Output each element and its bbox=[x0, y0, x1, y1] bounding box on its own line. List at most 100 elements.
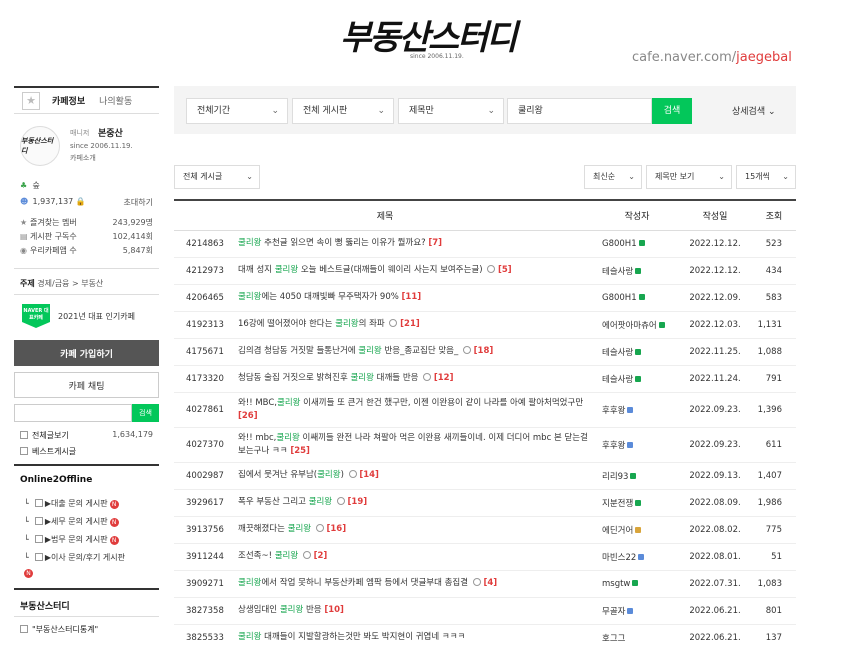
view-select[interactable]: 제목만 보기 ⌄ bbox=[646, 165, 732, 189]
article-title[interactable]: 쿨리왕에는 4050 대깨빛빠 무주택자가 90% [11] bbox=[236, 284, 596, 312]
table-row[interactable]: 4027861 와!! MBC,쿨리왕 이새끼들 또 큰거 한건 했구만, 이젠 … bbox=[174, 392, 796, 428]
article-author[interactable]: 후후왕 bbox=[596, 427, 678, 463]
article-title[interactable]: 깨끗해졌다는 쿨리왕 [16] bbox=[236, 516, 596, 544]
keyword-highlight: 쿨리왕 bbox=[308, 497, 333, 507]
article-author[interactable]: 리리93 bbox=[596, 462, 678, 490]
table-row[interactable]: 3913756 깨끗해졌다는 쿨리왕 [16] 에딘거어 2022.08.02. 775 bbox=[174, 516, 796, 544]
article-title[interactable]: 쿨리왕에서 작업 못하니 부동산카페 엠팍 등에서 댓글부대 총집결 [4] bbox=[236, 570, 596, 598]
article-author[interactable]: 호그그 bbox=[596, 624, 678, 645]
article-title[interactable]: 조선족~! 쿨리왕 [2] bbox=[236, 543, 596, 571]
advanced-search-toggle[interactable]: 상세검색 ⌄ bbox=[732, 104, 776, 117]
comment-count[interactable]: [7] bbox=[428, 238, 442, 248]
board-filter-select[interactable]: 전체 게시글 ⌄ bbox=[174, 165, 260, 189]
table-row[interactable]: 4002987 집에서 뭇겨난 유부남(쿨리왕) [14] 리리93 2022.09.… bbox=[174, 462, 796, 490]
table-row[interactable]: 3929617 폭우 부동산 그리고 쿨리왕 [19] 지분전쟁 2022.08.09… bbox=[174, 489, 796, 517]
section-realestate-study[interactable]: 부동산스터디 bbox=[20, 599, 70, 612]
sidebar-search-button[interactable]: 검색 bbox=[132, 404, 159, 422]
count-select[interactable]: 15개씩 ⌄ bbox=[736, 165, 796, 189]
comment-count[interactable]: [11] bbox=[402, 292, 422, 302]
article-author[interactable]: 에어팟아마츄어 bbox=[596, 311, 678, 339]
comment-count[interactable]: [19] bbox=[348, 497, 368, 507]
all-posts-link[interactable]: 전체글보기 1,634,179 bbox=[20, 430, 159, 441]
comment-count[interactable]: [16] bbox=[327, 524, 347, 534]
table-row[interactable]: 3827358 상생임대인 쿨리왕 반응 [10] 무골자 2022.06.21. 80… bbox=[174, 597, 796, 625]
invite-link[interactable]: 초대하기 bbox=[124, 197, 153, 208]
comment-count[interactable]: [10] bbox=[324, 605, 344, 615]
article-title[interactable]: 청담동 술집 거짓으로 밝혀진후 쿨리왕 대깨들 반응 [12] bbox=[236, 365, 596, 393]
comment-count[interactable]: [4] bbox=[483, 578, 497, 588]
article-author[interactable]: 테슬사랑 bbox=[596, 365, 678, 393]
chevron-down-icon: ⌄ bbox=[246, 172, 253, 181]
article-title[interactable]: 대깨 성지 쿨리왕 오늘 베스트글(대깨들이 웨이리 사는지 보여주는글) [5… bbox=[236, 257, 596, 285]
article-author[interactable]: 마빈스22 bbox=[596, 543, 678, 571]
article-title[interactable]: 16강에 떨어졌어야 한다는 쿨리왕의 좌파 [21] bbox=[236, 311, 596, 339]
section-online2offline[interactable]: Online2Offline bbox=[20, 475, 92, 485]
article-author[interactable]: 테슬사랑 bbox=[596, 338, 678, 366]
article-title[interactable]: 쿨리왕 추천글 읽으면 속이 뻥 뚫리는 이유가 뭘까요? [7] bbox=[236, 230, 596, 258]
table-row[interactable]: 4214863 쿨리왕 추천글 읽으면 속이 뻥 뚫리는 이유가 뭘까요? [7]… bbox=[174, 230, 796, 258]
comment-count[interactable]: [14] bbox=[359, 470, 379, 480]
article-author[interactable]: 테슬사랑 bbox=[596, 257, 678, 285]
comment-count[interactable]: [18] bbox=[474, 346, 494, 356]
member-count[interactable]: 1,937,137 bbox=[33, 197, 74, 206]
sidebar-search-input[interactable] bbox=[14, 404, 132, 422]
star-icon[interactable]: ★ bbox=[22, 91, 40, 110]
comment-count[interactable]: [25] bbox=[290, 446, 310, 456]
search-button[interactable]: 검색 bbox=[652, 98, 692, 124]
article-author[interactable]: 에딘거어 bbox=[596, 516, 678, 544]
sidebar-item-law[interactable]: └ ▶법무 문의 게시판 N bbox=[24, 534, 119, 545]
article-title[interactable]: 폭우 부동산 그리고 쿨리왕 [19] bbox=[236, 489, 596, 517]
tab-my-activity[interactable]: 나의활동 bbox=[99, 94, 132, 107]
board-select[interactable]: 전체 게시판 ⌄ bbox=[292, 98, 394, 124]
article-title[interactable]: 와!! mbc,쿨리왕 이쌔끼들 완전 나라 쳐팔아 먹은 이완용 새끼들이네.… bbox=[236, 427, 596, 463]
article-author[interactable]: 후후왕 bbox=[596, 392, 678, 428]
article-title[interactable]: 상생임대인 쿨리왕 반응 [10] bbox=[236, 597, 596, 625]
table-row[interactable]: 4206465 쿨리왕에는 4050 대깨빛빠 무주택자가 90% [11] G80… bbox=[174, 284, 796, 312]
search-panel: 전체기간 ⌄ 전체 게시판 ⌄ 제목만 ⌄ 쿨리왕 검색 상세검색 ⌄ bbox=[174, 86, 796, 134]
sidebar-item-loan[interactable]: └ ▶대출 문의 게시판 N bbox=[24, 498, 119, 509]
sidebar-item-stats[interactable]: "부동산스터디통계" bbox=[20, 624, 159, 635]
cafe-chat-button[interactable]: 카페 채팅 bbox=[14, 372, 159, 398]
article-author[interactable]: 지분전쟁 bbox=[596, 489, 678, 517]
comment-count[interactable]: [26] bbox=[238, 411, 258, 421]
search-input[interactable]: 쿨리왕 bbox=[507, 98, 652, 124]
table-row[interactable]: 3911244 조선족~! 쿨리왕 [2] 마빈스22 2022.08.01. 51 bbox=[174, 543, 796, 571]
article-author[interactable]: 무골자 bbox=[596, 597, 678, 625]
table-row[interactable]: 3909271 쿨리왕에서 작업 못하니 부동산카페 엠팍 등에서 댓글부대 총집… bbox=[174, 570, 796, 598]
table-row[interactable]: 4175671 김의겸 청담동 거짓말 들통난거에 쿨리왕 반응_종교집단 맞음_… bbox=[174, 338, 796, 366]
cafe-intro-link[interactable]: 카페소개 bbox=[70, 153, 96, 163]
tab-cafe-info[interactable]: 카페정보 bbox=[52, 94, 85, 107]
article-author[interactable]: msgtw bbox=[596, 570, 678, 598]
comment-count[interactable]: [12] bbox=[434, 373, 454, 383]
table-row[interactable]: 4212973 대깨 성지 쿨리왕 오늘 베스트글(대깨들이 웨이리 사는지 보여… bbox=[174, 257, 796, 285]
article-title[interactable]: 집에서 뭇겨난 유부남(쿨리왕) [14] bbox=[236, 462, 596, 490]
member-level-icon bbox=[638, 239, 645, 246]
scope-select[interactable]: 제목만 ⌄ bbox=[398, 98, 504, 124]
title-pre: 김의겸 청담동 거짓말 들통난거에 bbox=[238, 346, 359, 356]
article-title[interactable]: 와!! MBC,쿨리왕 이새끼들 또 큰거 한건 했구만, 이젠 이완용이 같이… bbox=[236, 392, 596, 428]
join-cafe-button[interactable]: 카페 가입하기 bbox=[14, 340, 159, 366]
sort-select[interactable]: 최신순 ⌄ bbox=[584, 165, 642, 189]
cafe-url[interactable]: cafe.naver.com/jaegebal bbox=[632, 50, 792, 65]
topic-value[interactable]: 경제/금융 > 부동산 bbox=[37, 279, 103, 288]
period-select[interactable]: 전체기간 ⌄ bbox=[186, 98, 288, 124]
article-title[interactable]: 쿨리왕 대깨들이 지발할광하는것만 봐도 박지현이 귀엽네 ㅋㅋㅋ bbox=[236, 624, 596, 645]
cafe-logo[interactable]: 부동산스터디 bbox=[340, 10, 518, 59]
table-row[interactable]: 3825533 쿨리왕 대깨들이 지발할광하는것만 봐도 박지현이 귀엽네 ㅋㅋㅋ… bbox=[174, 624, 796, 645]
comment-count[interactable]: [21] bbox=[400, 319, 420, 329]
sidebar-item-moving[interactable]: └ ▶이사 문의/후기 게시판 bbox=[24, 552, 125, 563]
avatar[interactable]: 부동산스터디 bbox=[20, 126, 60, 166]
article-title[interactable]: 김의겸 청담동 거짓말 들통난거에 쿨리왕 반응_종교집단 맞음_ [18] bbox=[236, 338, 596, 366]
sidebar-item-tax[interactable]: └ ▶세무 문의 게시판 N bbox=[24, 516, 119, 527]
comment-count[interactable]: [2] bbox=[314, 551, 328, 561]
article-author[interactable]: G800H1 bbox=[596, 284, 678, 312]
table-row[interactable]: 4192313 16강에 떨어졌어야 한다는 쿨리왕의 좌파 [21] 에어팟아마츄… bbox=[174, 311, 796, 339]
best-posts-link[interactable]: 베스트게시글 bbox=[20, 446, 159, 457]
cafe-url-id: jaegebal bbox=[736, 50, 792, 65]
table-row[interactable]: 4173320 청담동 술집 거짓으로 밝혀진후 쿨리왕 대깨들 반응 [12] 테… bbox=[174, 365, 796, 393]
board-filter-value: 전체 게시글 bbox=[183, 172, 223, 181]
table-row[interactable]: 4027370 와!! mbc,쿨리왕 이쌔끼들 완전 나라 쳐팔아 먹은 이완용… bbox=[174, 427, 796, 463]
manager-name[interactable]: 본중산 bbox=[98, 126, 123, 139]
comment-count[interactable]: [5] bbox=[498, 265, 512, 275]
article-author[interactable]: G800H1 bbox=[596, 230, 678, 258]
